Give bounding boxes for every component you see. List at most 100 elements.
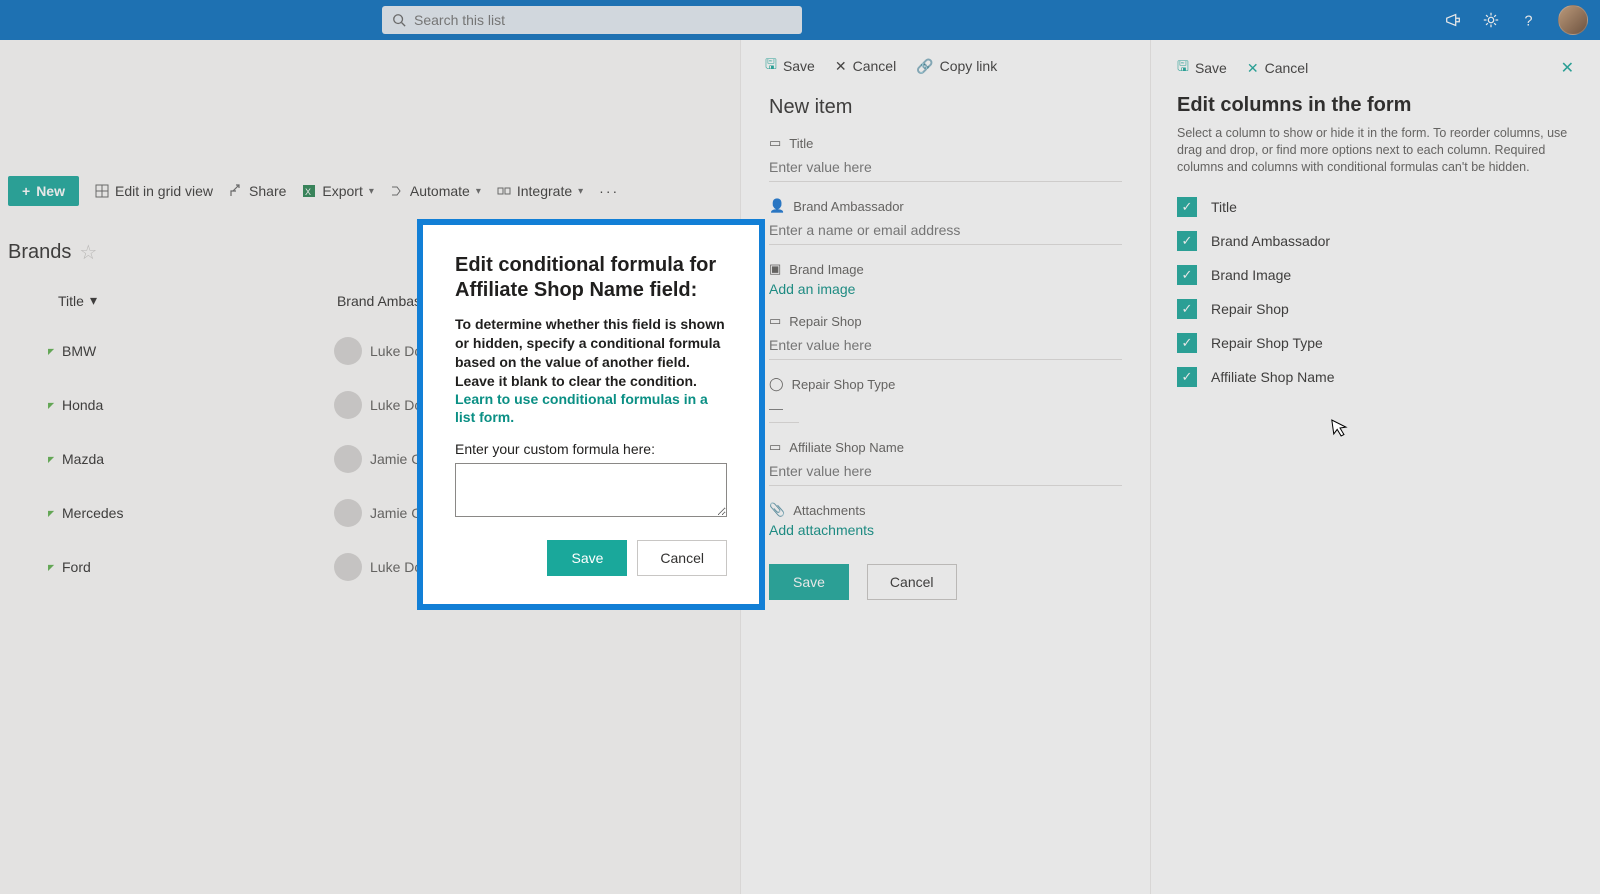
- dialog-cancel-button[interactable]: Cancel: [637, 540, 727, 576]
- column-toggle-row[interactable]: ✓ Brand Ambassador: [1177, 224, 1574, 258]
- column-title[interactable]: Title ▾: [58, 292, 97, 309]
- cell-title: BMW: [62, 343, 334, 359]
- add-image-link[interactable]: Add an image: [769, 277, 1122, 297]
- cell-title: Honda: [62, 397, 334, 413]
- share-label: Share: [249, 183, 286, 199]
- attachment-icon: 📎: [769, 502, 785, 518]
- column-toggle-row[interactable]: ✓ Repair Shop Type: [1177, 326, 1574, 360]
- search-icon: [392, 13, 406, 27]
- checkbox-checked-icon[interactable]: ✓: [1177, 333, 1197, 353]
- plus-icon: +: [22, 183, 30, 199]
- suite-bar: ?: [0, 0, 1600, 40]
- export-label: Export: [322, 183, 362, 199]
- new-button[interactable]: + New: [8, 176, 79, 206]
- dialog-title: Edit conditional formula for Affiliate S…: [455, 253, 727, 315]
- save-button[interactable]: Save: [769, 564, 849, 600]
- save-icon: 🖫: [1177, 56, 1189, 80]
- item-icon: ◤: [48, 401, 58, 410]
- brand-ambassador-input[interactable]: [769, 216, 1122, 245]
- text-field-icon: ▭: [769, 439, 781, 455]
- integrate-label: Integrate: [517, 183, 572, 199]
- column-name: Brand Image: [1211, 267, 1291, 283]
- cell-title: Ford: [62, 559, 334, 575]
- field-label: Repair Shop Type: [792, 377, 896, 392]
- list-title: Brands ☆: [8, 240, 97, 265]
- item-icon: ◤: [48, 563, 58, 572]
- column-toggle-row[interactable]: ✓ Repair Shop: [1177, 292, 1574, 326]
- list-title-text: Brands: [8, 241, 71, 264]
- search-box[interactable]: [382, 6, 802, 34]
- new-item-panel: 🖫Save ✕Cancel 🔗Copy link New item ▭Title…: [740, 40, 1150, 894]
- item-icon: ◤: [48, 455, 58, 464]
- column-name: Repair Shop: [1211, 301, 1289, 317]
- text-field-icon: ▭: [769, 313, 781, 329]
- integrate-icon: [497, 184, 511, 198]
- excel-icon: X: [302, 184, 316, 198]
- panel-cancel-button[interactable]: ✕Cancel: [835, 54, 896, 78]
- image-icon: ▣: [769, 261, 781, 277]
- more-button[interactable]: ···: [599, 183, 619, 199]
- column-name: Brand Ambassador: [1211, 233, 1330, 249]
- checkbox-checked-icon[interactable]: ✓: [1177, 231, 1197, 251]
- export-button[interactable]: X Export ▾: [302, 183, 374, 199]
- field-label: Title: [789, 136, 813, 151]
- field-label: Repair Shop: [789, 314, 861, 329]
- copy-link-button[interactable]: 🔗Copy link: [916, 54, 997, 78]
- automate-label: Automate: [410, 183, 470, 199]
- megaphone-icon[interactable]: [1444, 11, 1462, 29]
- field-label: Brand Image: [789, 262, 863, 277]
- checkbox-checked-icon[interactable]: ✓: [1177, 265, 1197, 285]
- item-icon: ◤: [48, 347, 58, 356]
- edit-grid-button[interactable]: Edit in grid view: [95, 183, 213, 199]
- close-icon: ✕: [835, 58, 847, 75]
- affiliate-shop-input[interactable]: [769, 457, 1122, 486]
- panel-save-button[interactable]: 🖫Save: [1177, 56, 1227, 80]
- edit-columns-panel: 🖫Save ✕Cancel ✕ Edit columns in the form…: [1150, 40, 1600, 894]
- edit-grid-label: Edit in grid view: [115, 183, 213, 199]
- search-input[interactable]: [414, 12, 792, 28]
- help-icon[interactable]: ?: [1520, 11, 1538, 29]
- field-label: Attachments: [793, 503, 865, 518]
- mouse-cursor-icon: [1331, 417, 1350, 439]
- share-icon: [229, 184, 243, 198]
- learn-more-link[interactable]: Learn to use conditional formulas in a l…: [455, 391, 708, 425]
- dialog-save-button[interactable]: Save: [547, 540, 627, 576]
- panel-cancel-button[interactable]: ✕Cancel: [1247, 60, 1308, 77]
- field-label: Brand Ambassador: [793, 199, 904, 214]
- svg-text:X: X: [305, 187, 311, 197]
- panel-title: Edit columns in the form: [1177, 88, 1574, 125]
- repair-shop-type-input[interactable]: [769, 394, 799, 423]
- checkbox-checked-icon[interactable]: ✓: [1177, 197, 1197, 217]
- column-toggle-row[interactable]: ✓Title: [1177, 190, 1574, 224]
- panel-save-button[interactable]: 🖫Save: [765, 54, 815, 78]
- column-name: Affiliate Shop Name: [1211, 369, 1334, 385]
- checkbox-checked-icon[interactable]: ✓: [1177, 367, 1197, 387]
- gear-icon[interactable]: [1482, 11, 1500, 29]
- star-icon[interactable]: ☆: [79, 240, 97, 265]
- conditional-formula-dialog: Edit conditional formula for Affiliate S…: [417, 219, 765, 610]
- panel-description: Select a column to show or hide it in th…: [1177, 125, 1574, 190]
- choice-icon: ◯: [769, 376, 784, 392]
- column-name: Repair Shop Type: [1211, 335, 1323, 351]
- person-avatar: [334, 445, 362, 473]
- formula-label: Enter your custom formula here:: [455, 427, 727, 463]
- chevron-down-icon: ▾: [90, 292, 97, 309]
- column-toggle-row[interactable]: ✓ Brand Image: [1177, 258, 1574, 292]
- share-button[interactable]: Share: [229, 183, 286, 199]
- cancel-button[interactable]: Cancel: [867, 564, 957, 600]
- chevron-down-icon: ▾: [476, 186, 481, 197]
- repair-shop-input[interactable]: [769, 331, 1122, 360]
- formula-textarea[interactable]: [455, 463, 727, 517]
- checkbox-checked-icon[interactable]: ✓: [1177, 299, 1197, 319]
- automate-button[interactable]: Automate ▾: [390, 183, 481, 199]
- save-icon: 🖫: [765, 54, 777, 78]
- person-avatar: [334, 391, 362, 419]
- column-toggle-row[interactable]: ✓ Affiliate Shop Name: [1177, 360, 1574, 394]
- user-avatar[interactable]: [1558, 5, 1588, 35]
- chevron-down-icon: ▾: [369, 186, 374, 197]
- add-attachments-link[interactable]: Add attachments: [769, 518, 1122, 538]
- close-panel-button[interactable]: ✕: [1561, 58, 1574, 78]
- grid-icon: [95, 184, 109, 198]
- title-input[interactable]: [769, 153, 1122, 182]
- integrate-button[interactable]: Integrate ▾: [497, 183, 583, 199]
